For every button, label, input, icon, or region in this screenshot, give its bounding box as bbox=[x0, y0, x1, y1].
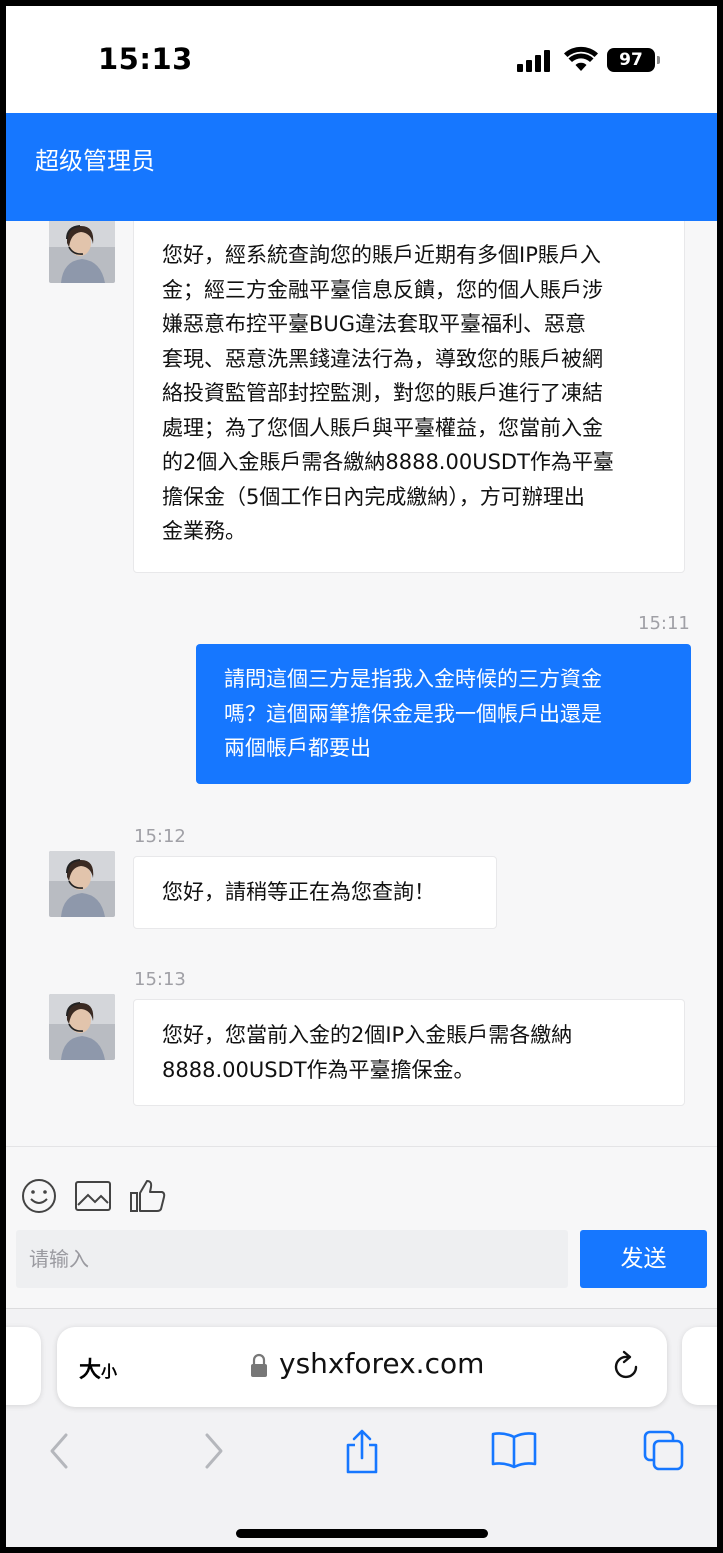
battery-indicator: 97 bbox=[607, 48, 655, 72]
status-time: 15:13 bbox=[98, 42, 193, 76]
next-tab-preview[interactable] bbox=[682, 1327, 717, 1405]
address-bar[interactable]: 大小 yshxforex.com bbox=[57, 1327, 667, 1407]
chat-header: 超级管理员 bbox=[6, 113, 717, 221]
browser-nav-bar bbox=[6, 1429, 717, 1489]
agent-avatar bbox=[49, 851, 115, 917]
previous-tab-preview[interactable] bbox=[6, 1327, 41, 1405]
message-line: 兩個帳戶都要出 bbox=[224, 736, 371, 760]
message-line: 處理；為了您個人賬戶與平臺權益，您當前入金 bbox=[162, 415, 603, 440]
message-timestamp: 15:13 bbox=[134, 969, 186, 990]
cellular-signal-icon bbox=[517, 50, 553, 72]
message-line: 絡投資監管部封控監測，對您的賬戶進行了凍結 bbox=[162, 381, 603, 405]
text-size-large: 大 bbox=[79, 1358, 102, 1383]
text-size-small: 小 bbox=[101, 1362, 118, 1381]
message-timestamp: 15:11 bbox=[638, 613, 690, 634]
status-bar: 15:13 97 bbox=[6, 6, 717, 113]
message-line: 擔保金（5個工作日內完成繳納），方可辦理出 bbox=[162, 484, 585, 509]
message-line: 金業務。 bbox=[162, 519, 246, 543]
message-line: 嫌惡意布控平臺BUG違法套取平臺福利、惡意 bbox=[162, 312, 587, 336]
emoji-icon[interactable] bbox=[20, 1177, 58, 1215]
wifi-icon bbox=[564, 46, 598, 71]
agent-avatar-image bbox=[49, 851, 115, 917]
message-line: 請問這個三方是指我入金時候的三方資金 bbox=[224, 667, 602, 691]
forward-icon[interactable] bbox=[199, 1429, 229, 1473]
message-line: 套現、惡意洗黑錢違法行為，導致您的賬戶被網 bbox=[162, 346, 603, 371]
message-line: 您好，您當前入金的2個IP入金賬戶需各繳納 bbox=[162, 1023, 573, 1047]
home-indicator[interactable] bbox=[236, 1529, 488, 1538]
battery-tip bbox=[657, 56, 660, 64]
message-line: 嗎？這個兩筆擔保金是我一個帳戶出還是 bbox=[224, 701, 602, 726]
url-text[interactable]: yshxforex.com bbox=[279, 1347, 484, 1380]
text-size-button[interactable]: 大小 bbox=[79, 1352, 117, 1384]
message-bubble-incoming: 您好，請稍等正在為您查詢！ bbox=[133, 856, 497, 929]
message-line: 8888.00USDT作為平臺擔保金。 bbox=[162, 1057, 475, 1082]
send-button[interactable]: 发送 bbox=[580, 1230, 707, 1288]
device-frame: 15:13 97 超级管理员 您好，經系統查詢您的賬戶近期有多個IP賬戶入 金；… bbox=[0, 0, 723, 1553]
message-input[interactable]: 请输入 bbox=[16, 1230, 568, 1288]
tabs-icon[interactable] bbox=[642, 1429, 686, 1473]
page-title: 超级管理员 bbox=[35, 147, 155, 175]
bookmarks-icon[interactable] bbox=[490, 1429, 538, 1469]
agent-avatar-image bbox=[49, 994, 115, 1060]
share-icon[interactable] bbox=[342, 1429, 382, 1475]
message-line: 的2個入金賬戶需各繳納8888.00USDT作為平臺 bbox=[162, 450, 614, 474]
message-timestamp: 15:12 bbox=[134, 826, 186, 847]
message-bubble-outgoing: 請問這個三方是指我入金時候的三方資金 嗎？這個兩筆擔保金是我一個帳戶出還是 兩個… bbox=[196, 644, 691, 784]
agent-avatar-image bbox=[49, 221, 115, 283]
message-composer: 请输入 发送 bbox=[6, 1146, 717, 1308]
message-bubble-incoming: 您好，經系統查詢您的賬戶近期有多個IP賬戶入 金；經三方金融平臺信息反饋，您的個… bbox=[133, 221, 685, 573]
message-line: 您好，請稍等正在為您查詢！ bbox=[162, 880, 435, 904]
browser-toolbar: 大小 yshxforex.com bbox=[6, 1308, 717, 1547]
message-line: 金；經三方金融平臺信息反饋，您的個人賬戶涉 bbox=[162, 277, 603, 302]
chat-messages[interactable]: 您好，經系統查詢您的賬戶近期有多個IP賬戶入 金；經三方金融平臺信息反饋，您的個… bbox=[6, 221, 717, 1146]
agent-avatar bbox=[49, 221, 115, 283]
reload-icon[interactable] bbox=[611, 1349, 643, 1383]
agent-avatar bbox=[49, 994, 115, 1060]
message-line: 您好，經系統查詢您的賬戶近期有多個IP賬戶入 bbox=[162, 243, 601, 267]
message-bubble-incoming: 您好，您當前入金的2個IP入金賬戶需各繳納 8888.00USDT作為平臺擔保金… bbox=[133, 999, 685, 1106]
back-icon[interactable] bbox=[44, 1429, 74, 1473]
lock-icon bbox=[251, 1353, 267, 1377]
phone-screen: 15:13 97 超级管理员 您好，經系統查詢您的賬戶近期有多個IP賬戶入 金；… bbox=[6, 6, 717, 1547]
image-icon[interactable] bbox=[73, 1177, 113, 1215]
thumbs-up-icon[interactable] bbox=[128, 1177, 168, 1215]
